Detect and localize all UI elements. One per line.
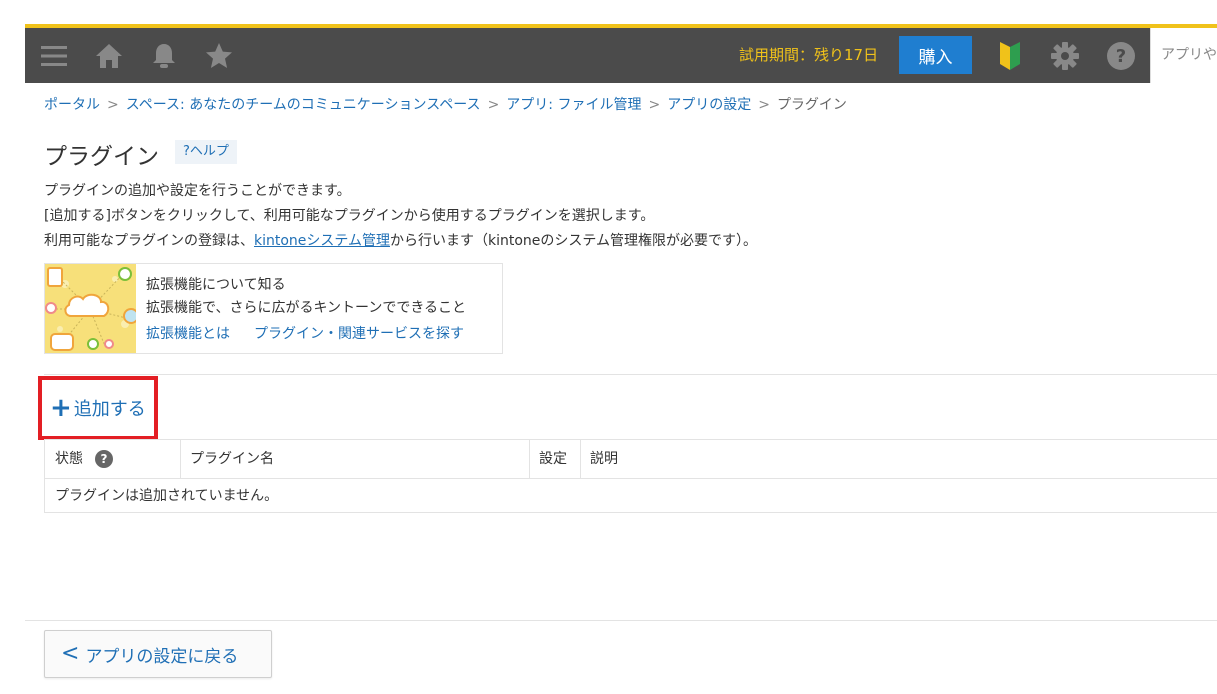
back-to-app-settings-button[interactable]: < アプリの設定に戻る bbox=[44, 630, 272, 678]
breadcrumb-separator: > bbox=[107, 97, 119, 113]
gear-icon[interactable] bbox=[1050, 41, 1080, 71]
menu-icon[interactable] bbox=[39, 41, 69, 71]
breadcrumb-space[interactable]: スペース: あなたのチームのコミュニケーションスペース bbox=[126, 97, 481, 113]
column-plugin-name: プラグイン名 bbox=[190, 451, 274, 467]
breadcrumb-separator: > bbox=[648, 97, 661, 113]
svg-text:?: ? bbox=[1116, 46, 1126, 67]
breadcrumb-separator: > bbox=[758, 97, 770, 113]
find-plugins-link[interactable]: プラグイン・関連サービスを探す bbox=[254, 323, 464, 343]
table-header: 状態? プラグイン名 設定 説明 bbox=[45, 440, 1217, 479]
description-line-2: [追加する]ボタンをクリックして、利用可能なプラグインから使用するプラグインを選… bbox=[44, 208, 655, 224]
breadcrumb-portal[interactable]: ポータル bbox=[44, 97, 100, 113]
description-line-3-suffix: から行います（kintoneのシステム管理権限が必要です）。 bbox=[390, 233, 757, 249]
page-title: プラグイン bbox=[44, 144, 159, 170]
breadcrumb-separator: > bbox=[487, 97, 500, 113]
column-settings: 設定 bbox=[539, 451, 567, 467]
extension-about-link[interactable]: 拡張機能とは bbox=[146, 323, 230, 343]
app-search-input[interactable]: アプリや bbox=[1150, 28, 1217, 83]
breadcrumb: ポータル > スペース: あなたのチームのコミュニケーションスペース > アプリ: ファ… bbox=[44, 94, 847, 114]
column-status-label: 状態 bbox=[55, 451, 83, 467]
bell-icon[interactable] bbox=[149, 41, 179, 71]
help-link[interactable]: ?ヘルプ bbox=[175, 140, 237, 164]
add-plugin-button[interactable]: + 追加する bbox=[50, 395, 146, 421]
extension-info-panel: 拡張機能について知る 拡張機能で、さらに広がるキントーンでできること 拡張機能と… bbox=[44, 263, 503, 354]
column-description: 説明 bbox=[590, 451, 618, 467]
kintone-system-admin-link[interactable]: kintoneシステム管理 bbox=[254, 233, 390, 249]
extension-title: 拡張機能について知る bbox=[146, 277, 286, 293]
extension-subtitle: 拡張機能で、さらに広がるキントーンでできること bbox=[146, 300, 467, 316]
breadcrumb-app-settings[interactable]: アプリの設定 bbox=[667, 97, 751, 113]
plugin-table: 状態? プラグイン名 設定 説明 プラグインは追加されていません。 bbox=[44, 439, 1217, 513]
breadcrumb-current: プラグイン bbox=[776, 97, 847, 113]
extension-illustration bbox=[45, 264, 139, 353]
top-navigation-bar: 試用期間：残り17日 購入 ? アプリや bbox=[25, 28, 1217, 83]
star-icon[interactable] bbox=[204, 41, 234, 71]
description-line-3: 利用可能なプラグインの登録は、kintoneシステム管理から行います（kinto… bbox=[44, 230, 757, 250]
trial-period-text: 試用期間：残り17日 bbox=[739, 46, 879, 64]
beginner-icon[interactable] bbox=[995, 41, 1025, 71]
description-line-1: プラグインの追加や設定を行うことができます。 bbox=[44, 183, 351, 199]
empty-table-message: プラグインは追加されていません。 bbox=[55, 488, 279, 504]
breadcrumb-app[interactable]: アプリ: ファイル管理 bbox=[506, 97, 641, 113]
description-line-3-prefix: 利用可能なプラグインの登録は、 bbox=[44, 233, 254, 249]
status-help-icon[interactable]: ? bbox=[95, 450, 113, 468]
chevron-left-icon: < bbox=[61, 641, 80, 666]
section-divider bbox=[44, 374, 1217, 375]
add-plugin-label: 追加する bbox=[73, 399, 146, 420]
footer-divider bbox=[25, 620, 1217, 621]
plus-icon: + bbox=[50, 393, 72, 423]
purchase-button[interactable]: 購入 bbox=[899, 36, 972, 74]
home-icon[interactable] bbox=[94, 41, 124, 71]
column-status: 状態? bbox=[45, 440, 180, 478]
back-button-label: アプリの設定に戻る bbox=[85, 646, 239, 667]
help-icon[interactable]: ? bbox=[1106, 41, 1136, 71]
